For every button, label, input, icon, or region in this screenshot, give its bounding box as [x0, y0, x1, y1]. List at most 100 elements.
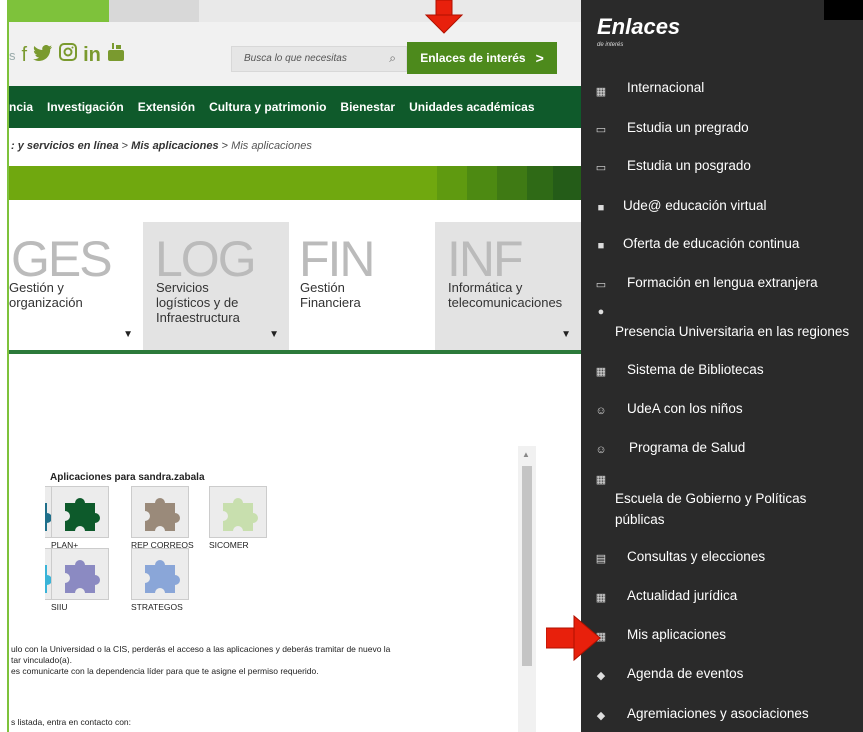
sidebar-item-agremiaciones[interactable]: ◆ Agremiaciones y asociaciones	[581, 704, 863, 732]
sidebar-item-bibliotecas[interactable]: ▦ Sistema de Bibliotecas	[581, 360, 863, 390]
sidebar-item-escuela-gobierno[interactable]: ▦ Escuela de Gobierno y Políticas públic…	[581, 472, 863, 532]
sidebar-item-mis-aplicaciones[interactable]: ▦ Mis aplicaciones	[581, 625, 863, 655]
app-name: STRATEGOS	[131, 602, 183, 612]
sidebar-item-label: Escuela de Gobierno y Políticas públicas	[615, 491, 807, 527]
nav-item-bienestar[interactable]: Bienestar	[340, 100, 395, 114]
note-line: ulo con la Universidad o la CIS, perderá…	[11, 644, 391, 654]
sidebar-item-label: Mis aplicaciones	[627, 627, 727, 642]
app-name: SICOMER	[209, 540, 249, 550]
enlaces-de-interes-button[interactable]: Enlaces de interés >	[407, 42, 557, 74]
annotation-arrow-right-icon	[546, 614, 601, 662]
enlaces-sidebar: Enlaces de interés ▦ Internacional ▭ Est…	[581, 0, 863, 732]
sidebar-item-actualidad-juridica[interactable]: ▦ Actualidad jurídica	[581, 586, 863, 616]
book-icon: ▭	[595, 162, 607, 174]
tile-log[interactable]: LOG Servicios logísticos y de Infraestru…	[143, 222, 289, 354]
app-tile-siiu[interactable]	[51, 548, 109, 600]
tile-label: Gestión y organización	[9, 280, 83, 310]
sidebar-item-label: Internacional	[627, 80, 705, 95]
breadcrumb-link-mis-aplicaciones[interactable]: Mis aplicaciones	[131, 140, 218, 152]
enlaces-button-label: Enlaces de interés	[420, 51, 526, 65]
apps-title: Aplicaciones para sandra.zabala	[50, 472, 205, 483]
breadcrumb-separator: >	[118, 140, 132, 152]
search-input[interactable]: Busca lo que necesitas ⌕	[231, 46, 407, 72]
applications-panel: Aplicaciones para sandra.zabala E PLAN+ …	[45, 446, 533, 732]
sidebar-item-lengua-extranjera[interactable]: ▭ Formación en lengua extranjera	[581, 273, 863, 303]
nav-item-extension[interactable]: Extensión	[138, 100, 195, 114]
tile-fin[interactable]: FIN Gestión Financiera	[289, 222, 435, 354]
search-placeholder: Busca lo que necesitas	[244, 53, 347, 64]
sidebar-item-label: Programa de Salud	[629, 440, 746, 455]
book-icon: ▭	[595, 124, 607, 136]
sidebar-item-posgrado[interactable]: ▭ Estudia un posgrado	[581, 156, 863, 186]
app-tile-rep-correos[interactable]	[131, 486, 189, 538]
grid-icon: ▦	[595, 474, 607, 486]
main-nav: ncia Investigación Extensión Cultura y p…	[9, 86, 581, 128]
sidebar-item-salud[interactable]: ☺ Programa de Salud	[581, 438, 863, 468]
category-tiles: GES Gestión y organización ▼ LOG Servici…	[9, 222, 581, 354]
sidebar-item-regiones[interactable]: ● Presencia Universitaria en las regione…	[581, 304, 863, 344]
nav-item-unidades[interactable]: Unidades académicas	[409, 100, 534, 114]
note-line: es comunicarte con la dependencia líder …	[11, 666, 319, 676]
sidebar-item-udea-ninos[interactable]: ☺ UdeA con los niños	[581, 399, 863, 429]
youtube-icon[interactable]	[107, 42, 125, 68]
grid-icon: ▦	[595, 592, 607, 604]
instagram-icon[interactable]	[59, 43, 78, 67]
sidebar-title: Enlaces	[597, 14, 681, 39]
scrollbar-thumb[interactable]	[522, 466, 532, 666]
sidebar-item-consultas[interactable]: ▤ Consultas y elecciones	[581, 547, 863, 577]
chevron-right-icon: >	[535, 50, 544, 66]
sidebar-item-educacion-continua[interactable]: ■ Oferta de educación continua	[581, 234, 863, 264]
sidebar-item-label: Presencia Universitaria en las regiones	[615, 324, 850, 339]
sidebar-item-agenda[interactable]: ◆ Agenda de eventos	[581, 664, 863, 694]
tile-inf[interactable]: INF Informática y telecomunicaciones ▼	[435, 222, 581, 354]
tile-label: Gestión Financiera	[300, 280, 361, 310]
sidebar-item-label: Oferta de educación continua	[623, 236, 800, 251]
puzzle-icon	[65, 498, 100, 531]
facebook-icon[interactable]: f	[22, 44, 28, 67]
nav-item-cultura[interactable]: Cultura y patrimonio	[209, 100, 326, 114]
scroll-up-icon[interactable]: ▲	[522, 450, 530, 459]
grid-icon: ▦	[595, 366, 607, 378]
window-corner	[824, 0, 863, 20]
site-header: s f in Busca lo que necesitas ⌕ Enlaces …	[9, 22, 581, 86]
tag-icon: ◆	[596, 710, 606, 722]
puzzle-icon	[145, 560, 180, 593]
app-tile-plan[interactable]	[51, 486, 109, 538]
breadcrumb: : y servicios en línea > Mis aplicacione…	[11, 140, 312, 152]
location-pin-icon: ●	[597, 306, 605, 318]
breadcrumb-link-servicios[interactable]: : y servicios en línea	[11, 140, 119, 152]
tile-ges[interactable]: GES Gestión y organización ▼	[9, 222, 143, 354]
sidebar-item-internacional[interactable]: ▦ Internacional	[581, 78, 863, 108]
tile-label: Informática y telecomunicaciones	[448, 280, 563, 310]
twitter-icon[interactable]	[33, 44, 53, 67]
sidebar-item-label: Sistema de Bibliotecas	[627, 362, 764, 377]
document-icon: ■	[597, 202, 605, 214]
linkedin-icon[interactable]: in	[83, 44, 101, 67]
search-icon[interactable]: ⌕	[389, 51, 396, 66]
note-line: s listada, entra en contacto con:	[11, 717, 132, 727]
breadcrumb-current: Mis aplicaciones	[231, 140, 312, 152]
sidebar-item-label: Agenda de eventos	[627, 666, 744, 681]
app-tile-strategos[interactable]	[131, 548, 189, 600]
ballot-icon: ▤	[595, 553, 607, 565]
panel-scrollbar[interactable]: ▲	[518, 446, 536, 732]
app-tile-sicomer[interactable]	[209, 486, 267, 538]
sidebar-item-udea-virtual[interactable]: ■ Ude@ educación virtual	[581, 196, 863, 226]
green-banner	[9, 166, 581, 200]
top-color-strip	[9, 0, 581, 22]
sidebar-item-label: Estudia un posgrado	[627, 158, 751, 173]
tile-label: Servicios logísticos y de Infraestructur…	[156, 280, 240, 325]
nav-item-investigacion[interactable]: Investigación	[47, 100, 124, 114]
caret-down-icon: ▼	[561, 329, 571, 340]
tag-icon: ◆	[596, 670, 606, 682]
sidebar-item-label: Actualidad jurídica	[627, 588, 738, 603]
sidebar-item-pregrado[interactable]: ▭ Estudia un pregrado	[581, 118, 863, 148]
smile-icon: ☺	[595, 444, 607, 456]
grid-icon: ▦	[595, 86, 607, 98]
note-line: tar vinculado(a).	[11, 655, 72, 665]
sidebar-item-label: Estudia un pregrado	[627, 120, 749, 135]
sidebar-item-label: Formación en lengua extranjera	[627, 275, 818, 290]
sidebar-item-label: Agremiaciones y asociaciones	[627, 706, 809, 721]
sidebar-item-label: Ude@ educación virtual	[623, 198, 767, 213]
nav-item-docencia[interactable]: ncia	[9, 100, 33, 114]
